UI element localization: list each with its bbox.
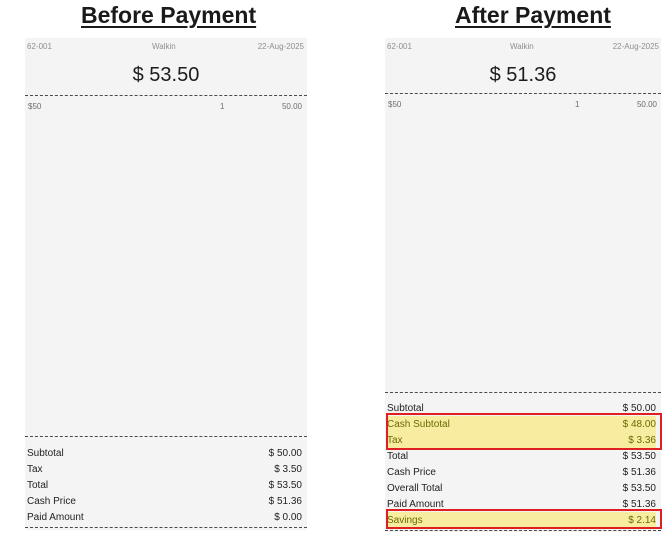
before-receipt: 62-001 Walkin 22-Aug-2025 $ 53.50 $50 1 …	[25, 38, 307, 530]
summary-value: $ 50.00	[268, 447, 302, 459]
summary-label: Total	[27, 479, 49, 491]
summary-row-total: Total $ 53.50	[27, 477, 302, 493]
summary-value: $ 51.36	[622, 466, 656, 478]
customer-name: Walkin	[510, 42, 534, 51]
divider	[25, 436, 307, 437]
summary-value: $ 51.36	[268, 495, 302, 507]
line-item-price: 50.00	[636, 100, 657, 109]
divider	[385, 392, 661, 393]
divider	[385, 530, 661, 531]
summary-label: Total	[387, 450, 409, 462]
summary-row-subtotal: Subtotal $ 50.00	[27, 445, 302, 461]
line-item-quantity: 1	[575, 100, 580, 109]
line-item-name: $50	[28, 102, 42, 111]
summary-row-overall-total: Overall Total $ 53.50	[387, 480, 656, 496]
divider	[25, 95, 307, 96]
summary-label: Cash Price	[27, 495, 76, 507]
summary-label: Subtotal	[387, 402, 424, 414]
summary-row-paid-amount: Paid Amount $ 0.00	[27, 509, 302, 525]
summary-value: $ 53.50	[268, 479, 302, 491]
summary-label: Cash Price	[387, 466, 436, 478]
highlight-box-savings	[386, 509, 662, 529]
divider	[25, 527, 307, 528]
summary-label: Overall Total	[387, 482, 443, 494]
summary-label: Subtotal	[27, 447, 64, 459]
order-id: 62-001	[387, 42, 412, 51]
summary-row-cash-price: Cash Price $ 51.36	[27, 493, 302, 509]
highlight-box-cash-subtotal-tax	[386, 413, 662, 450]
summary-label: Paid Amount	[27, 511, 84, 523]
summary-row-cash-price: Cash Price $ 51.36	[387, 464, 656, 480]
order-total-amount: $ 51.36	[489, 64, 557, 86]
summary-label: Paid Amount	[387, 498, 444, 510]
customer-name: Walkin	[152, 42, 176, 51]
order-date: 22-Aug-2025	[257, 42, 304, 51]
summary-value: $ 53.50	[622, 482, 656, 494]
summary-value: $ 3.50	[274, 463, 302, 475]
order-id: 62-001	[27, 42, 52, 51]
line-item-price: 50.00	[281, 102, 302, 111]
summary-value: $ 50.00	[622, 402, 656, 414]
order-total-amount: $ 53.50	[132, 64, 200, 86]
line-item-quantity: 1	[220, 102, 225, 111]
divider	[385, 93, 661, 94]
summary-row-tax: Tax $ 3.50	[27, 461, 302, 477]
summary-value: $ 53.50	[622, 450, 656, 462]
summary-row-total: Total $ 53.50	[387, 448, 656, 464]
summary-value: $ 0.00	[274, 511, 302, 523]
summary-label: Tax	[27, 463, 43, 475]
order-date: 22-Aug-2025	[612, 42, 659, 51]
summary-value: $ 51.36	[622, 498, 656, 510]
before-payment-heading: Before Payment	[81, 2, 257, 28]
line-item-name: $50	[388, 100, 402, 109]
after-receipt: 62-001 Walkin 22-Aug-2025 $ 51.36 $50 1 …	[385, 38, 661, 532]
after-payment-heading: After Payment	[455, 2, 611, 28]
